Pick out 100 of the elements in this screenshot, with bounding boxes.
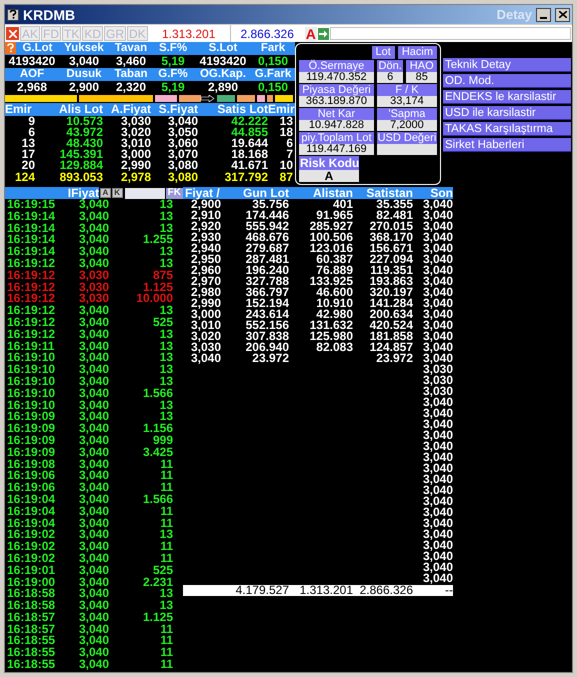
trade-lot: 525 (152, 316, 173, 329)
column-header: Taban (113, 68, 148, 81)
column-header: Dusuk (65, 68, 103, 81)
trade-price: 3,040 (78, 364, 109, 376)
order-book-cell-text: 3,000 (120, 149, 151, 160)
arrow-icon[interactable] (318, 28, 329, 40)
trade-time: 16:19:12 (6, 270, 56, 282)
column-header: Alistan (312, 187, 353, 199)
price-table-cell-text: 42.980 (316, 309, 353, 320)
trade-time: 16:18:55 (6, 635, 56, 648)
last-price-cell-text: 3,040 (422, 221, 453, 232)
trade-time: 16:19:06 (6, 482, 56, 494)
trade-price: 3,040 (78, 506, 109, 518)
detail-link[interactable]: Teknik Detay (443, 58, 571, 72)
column-header: Emir (5, 103, 33, 116)
sort-button[interactable]: K (112, 188, 123, 198)
column-header: Yuksek (63, 42, 105, 55)
close-x-icon (558, 11, 566, 18)
toggle-button[interactable]: Hacim (398, 46, 437, 59)
trade-time: 16:19:04 (6, 494, 56, 506)
price-table-cell-text: 196.240 (244, 265, 289, 276)
field-label: F / K (376, 84, 437, 96)
column-header: G.Lot (21, 42, 54, 55)
trade-time: 16:19:10 (6, 400, 56, 412)
trade-price: 3,040 (78, 199, 109, 211)
trade-lot: 11 (159, 552, 173, 565)
total-value: -- (445, 585, 453, 596)
price-table-cell-text: 152.194 (244, 298, 289, 309)
column-header: Fiyat / (184, 187, 220, 199)
detail-link[interactable]: Sirket Haberleri (443, 138, 571, 152)
price-table-cell-text: 401 (332, 199, 353, 210)
price-table-cell-text: 193.863 (368, 276, 413, 287)
last-price-cell-text: 3,040 (422, 507, 453, 518)
summary-value: 2,900 (68, 81, 100, 94)
trade-lot: 13 (158, 258, 173, 270)
order-book-cell-text: 3,040 (168, 116, 198, 127)
column-header: AOF (18, 68, 46, 81)
last-price-cell-text: 3,040 (422, 232, 453, 243)
summary-value: 0,150 (256, 55, 290, 68)
toggle-button[interactable]: Lot (372, 46, 395, 59)
trade-lot: 13 (158, 328, 173, 341)
close-icon[interactable] (6, 27, 19, 40)
trade-time: 16:19:10 (6, 364, 56, 376)
detail-link[interactable]: OD. Mod. (443, 74, 571, 88)
close-button[interactable] (555, 8, 570, 22)
trade-time: 16:19:11 (6, 340, 56, 352)
trade-time: 16:19:06 (6, 470, 56, 482)
detail-link[interactable]: TAKAS Karşılaştırma (443, 122, 571, 136)
order-book-cell-text: 20 (20, 160, 35, 171)
help-icon[interactable] (7, 8, 19, 20)
trade-lot: 11 (159, 518, 173, 530)
trade-lot: 525 (152, 564, 173, 576)
price-table-cell-text: 131.632 (308, 320, 353, 331)
trade-time: 16:19:14 (6, 234, 56, 246)
order-book-cell-text: 10.573 (65, 116, 103, 127)
trade-time: 16:19:10 (6, 376, 56, 388)
last-price-cell-text: 3,040 (422, 540, 453, 551)
trade-time: 16:19:10 (6, 388, 56, 400)
order-book-cell-text: 3,070 (166, 149, 198, 160)
symbol-input[interactable] (330, 27, 571, 40)
trade-lot: 1.566 (142, 494, 173, 506)
detail-link[interactable]: USD ile karsilastir (443, 106, 571, 120)
field-label: Net Kar (299, 108, 374, 120)
last-price-cell-text: 3,030 (422, 375, 453, 386)
trade-time: 16:19:09 (6, 446, 56, 459)
last-price-cell-text: 3,040 (422, 199, 453, 210)
price-table-cell-text: 133.925 (308, 276, 353, 287)
trade-price: 3,030 (78, 270, 109, 282)
filter-input[interactable] (124, 188, 165, 198)
price-table-cell-text: 174.446 (244, 210, 289, 221)
filter-button[interactable]: FK (166, 188, 183, 198)
minimize-button[interactable] (536, 8, 551, 22)
trade-lot: 11 (159, 635, 173, 648)
info-icon[interactable] (5, 42, 16, 54)
last-price-cell-text: 3,040 (422, 254, 453, 265)
order-book-cell-text: 3,010 (120, 138, 151, 149)
field-label: 'Sapma (376, 108, 437, 120)
order-book-cell-text: 18.168 (230, 149, 268, 160)
trade-lot: 11 (159, 624, 173, 636)
sort-button[interactable]: A (100, 188, 111, 198)
trade-time: 16:19:00 (6, 576, 56, 588)
detail-link[interactable]: ENDEKS le karsilastir (443, 90, 571, 104)
price-table-cell-text: 3,020 (190, 331, 221, 342)
trade-price: 3,040 (78, 423, 109, 435)
trade-time: 16:19:04 (6, 506, 56, 518)
trade-lot: 10.000 (135, 293, 173, 306)
column-header: Son (430, 187, 453, 199)
last-price-cell-text: 3,040 (422, 430, 453, 441)
trade-lot: 1.156 (142, 423, 173, 435)
last-price-cell-text: 3,040 (422, 419, 453, 430)
field-label: HAO (406, 60, 437, 72)
trade-price: 3,040 (78, 400, 109, 412)
field-value: 10.947.828 (299, 120, 374, 131)
summary-value: 4193420 (198, 55, 248, 68)
trade-price: 3,040 (78, 576, 109, 588)
trade-time: 16:18:58 (6, 600, 56, 612)
column-header: Satis Lot (216, 103, 268, 116)
trade-lot: 13 (158, 199, 173, 211)
price-table-cell-text: 23.972 (252, 353, 289, 364)
price-table-cell-text: 119.351 (369, 265, 413, 276)
